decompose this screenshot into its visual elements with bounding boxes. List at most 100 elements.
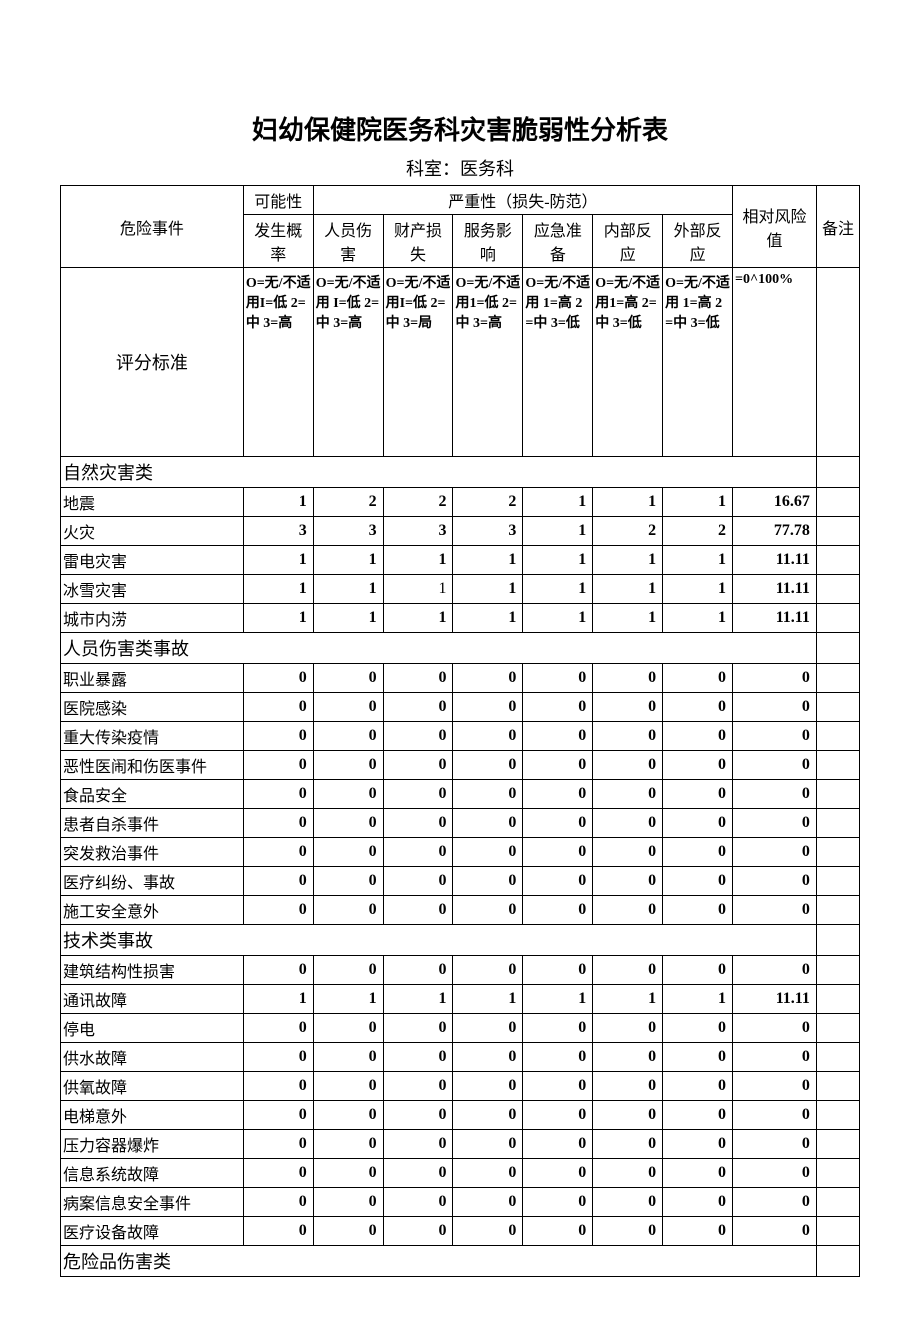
row-label: 食品安全 <box>61 780 244 809</box>
row-val: 0 <box>523 751 593 780</box>
row-val: 0 <box>663 1159 733 1188</box>
row-val: 1 <box>523 488 593 517</box>
row-val: 0 <box>663 1072 733 1101</box>
row-val: 1 <box>663 546 733 575</box>
row-val: 0 <box>663 1188 733 1217</box>
row-val: 0 <box>243 956 313 985</box>
row-note <box>816 1043 859 1072</box>
criteria-probability: O=无/不适用I=低 2=中 3=高 <box>243 268 313 457</box>
row-val: 1 <box>593 575 663 604</box>
row-val: 2 <box>593 517 663 546</box>
row-val: 0 <box>243 1072 313 1101</box>
row-val: 0 <box>313 896 383 925</box>
row-val: 0 <box>523 809 593 838</box>
row-val: 0 <box>383 693 453 722</box>
row-val: 0 <box>593 867 663 896</box>
section-note <box>816 633 859 664</box>
row-val: 0 <box>663 1014 733 1043</box>
criteria-risk: =0^100% <box>733 268 817 457</box>
row-val: 0 <box>523 1072 593 1101</box>
row-val: 0 <box>453 809 523 838</box>
row-val: 0 <box>383 664 453 693</box>
row-val: 0 <box>453 1159 523 1188</box>
row-val: 1 <box>523 546 593 575</box>
row-val: 0 <box>453 867 523 896</box>
row-val: 0 <box>243 1043 313 1072</box>
row-val: 0 <box>313 1043 383 1072</box>
row-val: 0 <box>733 722 817 751</box>
row-val: 0 <box>453 956 523 985</box>
row-val: 0 <box>243 1159 313 1188</box>
row-val: 0 <box>383 780 453 809</box>
row-label: 恶性医闹和伤医事件 <box>61 751 244 780</box>
row-val: 0 <box>313 693 383 722</box>
row-val: 1 <box>383 546 453 575</box>
row-note <box>816 664 859 693</box>
col-property: 财产损失 <box>383 215 453 268</box>
col-probability: 发生概率 <box>243 215 313 268</box>
row-note <box>816 604 859 633</box>
row-val: 0 <box>453 1188 523 1217</box>
section-header: 自然灾害类 <box>61 457 817 488</box>
row-val: 0 <box>593 1014 663 1043</box>
row-val: 0 <box>733 1043 817 1072</box>
row-val: 1 <box>313 575 383 604</box>
row-val: 0 <box>383 1101 453 1130</box>
row-val: 0 <box>383 809 453 838</box>
row-val: 0 <box>383 896 453 925</box>
row-val: 0 <box>383 1188 453 1217</box>
row-val: 1 <box>453 546 523 575</box>
row-label: 医疗纠纷、事故 <box>61 867 244 896</box>
row-label: 压力容器爆炸 <box>61 1130 244 1159</box>
row-val: 0 <box>243 1130 313 1159</box>
row-val: 0 <box>313 780 383 809</box>
row-note <box>816 693 859 722</box>
row-note <box>816 1159 859 1188</box>
row-val: 0 <box>593 1159 663 1188</box>
row-label: 冰雪灾害 <box>61 575 244 604</box>
row-val: 1 <box>383 985 453 1014</box>
row-val: 0 <box>663 693 733 722</box>
row-val: 0 <box>383 838 453 867</box>
department-label: 科室：医务科 <box>30 155 890 181</box>
row-val: 0 <box>383 1072 453 1101</box>
row-val: 0 <box>453 780 523 809</box>
row-val: 0 <box>523 1130 593 1159</box>
row-val: 0 <box>523 722 593 751</box>
row-note <box>816 575 859 604</box>
row-val: 1 <box>313 985 383 1014</box>
row-val: 0 <box>733 1072 817 1101</box>
row-label: 火灾 <box>61 517 244 546</box>
row-val: 0 <box>313 1188 383 1217</box>
row-note <box>816 1188 859 1217</box>
row-val: 0 <box>523 896 593 925</box>
row-val: 2 <box>383 488 453 517</box>
row-val: 1 <box>523 517 593 546</box>
row-val: 0 <box>383 751 453 780</box>
row-val: 0 <box>243 664 313 693</box>
row-val: 0 <box>313 1159 383 1188</box>
row-label: 停电 <box>61 1014 244 1043</box>
row-val: 0 <box>243 1101 313 1130</box>
row-val: 0 <box>453 751 523 780</box>
row-val: 0 <box>313 722 383 751</box>
row-val: 0 <box>523 1188 593 1217</box>
row-val: 0 <box>593 751 663 780</box>
row-val: 0 <box>243 1014 313 1043</box>
page-title: 妇幼保健院医务科灾害脆弱性分析表 <box>30 110 890 147</box>
row-val: 0 <box>313 664 383 693</box>
row-val: 3 <box>383 517 453 546</box>
row-val: 1 <box>383 575 453 604</box>
row-val: 1 <box>593 546 663 575</box>
row-val: 0 <box>383 1130 453 1159</box>
col-service: 服务影响 <box>453 215 523 268</box>
row-val: 0 <box>593 956 663 985</box>
row-val: 1 <box>243 488 313 517</box>
row-val: 0 <box>453 722 523 751</box>
row-val: 0 <box>663 809 733 838</box>
row-val: 0 <box>733 1188 817 1217</box>
row-val: 1 <box>243 575 313 604</box>
row-val: 0 <box>243 1217 313 1246</box>
row-val: 0 <box>593 1130 663 1159</box>
row-val: 0 <box>313 838 383 867</box>
